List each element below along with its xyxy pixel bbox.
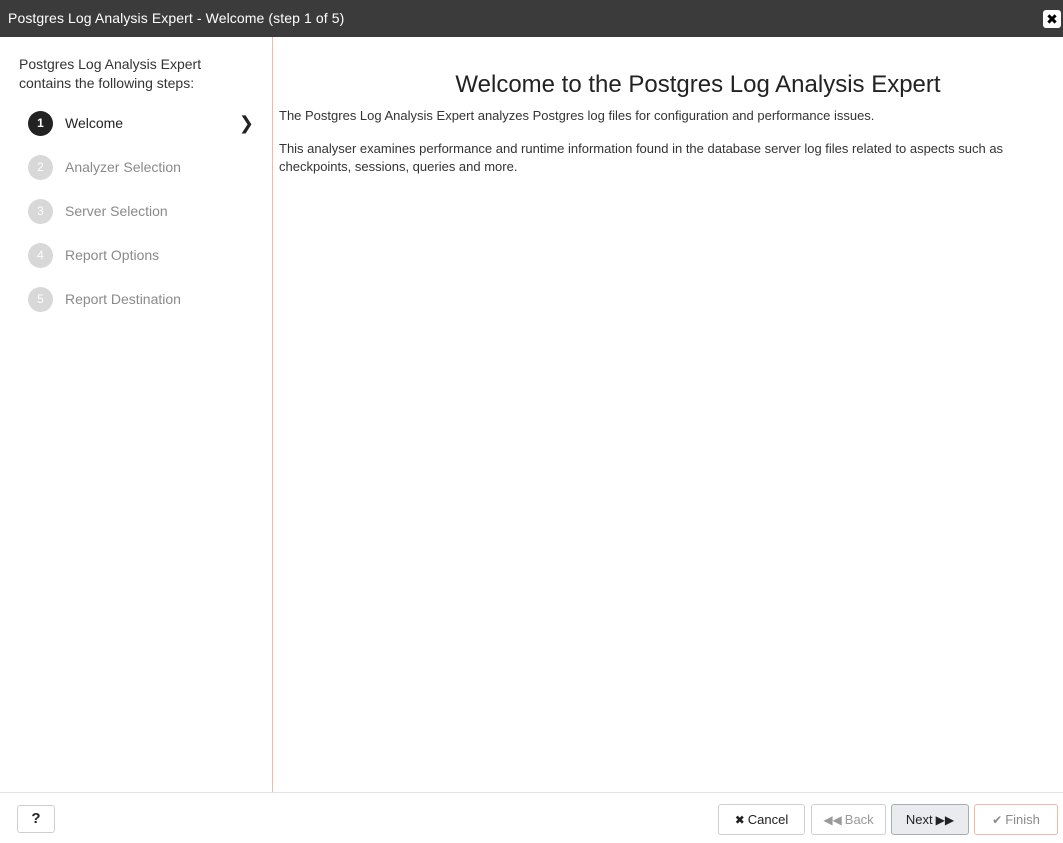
chevron-right-icon: ❯ (238, 113, 254, 133)
next-label: Next (905, 812, 933, 827)
step-analyzer-selection[interactable]: 2 Analyzer Selection (19, 145, 254, 189)
step-label: Analyzer Selection (65, 159, 181, 175)
wizard-dialog: Postgres Log Analysis Expert - Welcome (… (0, 0, 1063, 843)
step-number: 3 (28, 198, 53, 224)
back-label: Back (844, 812, 874, 827)
finish-button[interactable]: ✔ Finish (974, 804, 1058, 835)
description-paragraph: The Postgres Log Analysis Expert analyze… (279, 108, 875, 123)
back-button[interactable]: ◀◀ Back (811, 804, 886, 835)
sidebar-intro: Postgres Log Analysis Expert contains th… (19, 56, 202, 91)
content-panel: Welcome to the Postgres Log Analysis Exp… (274, 37, 1063, 792)
step-report-destination[interactable]: 5 Report Destination (19, 277, 254, 321)
cancel-label: Cancel (747, 812, 789, 827)
close-icon: ✖ (1046, 11, 1058, 27)
close-icon: ✖ (734, 813, 745, 827)
step-label: Report Options (65, 247, 160, 263)
step-report-options[interactable]: 4 Report Options (19, 233, 254, 277)
finish-label: Finish (1005, 812, 1040, 827)
dialog-footer: ? ✖ Cancel ◀◀ Back Next ▶▶ ✔ Finish (0, 792, 1063, 843)
steps-sidebar: Postgres Log Analysis Expert contains th… (0, 37, 273, 792)
steps-list: 1 Welcome ❯ 2 Analyzer Selection 3 Serve… (19, 101, 272, 321)
details-paragraph: This analyser examines performance and r… (279, 141, 1004, 174)
window-title: Postgres Log Analysis Expert - Welcome (… (8, 10, 345, 26)
step-number: 1 (28, 110, 53, 136)
fast-backward-icon: ◀◀ (823, 813, 842, 827)
close-button[interactable]: ✖ (1043, 10, 1061, 28)
title-bar[interactable]: Postgres Log Analysis Expert - Welcome (… (0, 0, 1063, 37)
step-number: 4 (28, 242, 53, 268)
page-title: Welcome to the Postgres Log Analysis Exp… (455, 71, 941, 98)
step-welcome[interactable]: 1 Welcome ❯ (19, 101, 254, 145)
step-number: 2 (28, 154, 53, 180)
step-label: Welcome (65, 115, 124, 131)
fast-forward-icon: ▶▶ (935, 813, 955, 827)
step-server-selection[interactable]: 3 Server Selection (19, 189, 254, 233)
step-number: 5 (28, 286, 53, 312)
next-button[interactable]: Next ▶▶ (891, 804, 969, 835)
step-label: Server Selection (65, 203, 168, 219)
help-button[interactable]: ? (17, 805, 55, 833)
cancel-button[interactable]: ✖ Cancel (718, 804, 805, 835)
check-icon: ✔ (992, 813, 1003, 827)
step-label: Report Destination (65, 291, 181, 307)
help-icon: ? (31, 810, 41, 827)
